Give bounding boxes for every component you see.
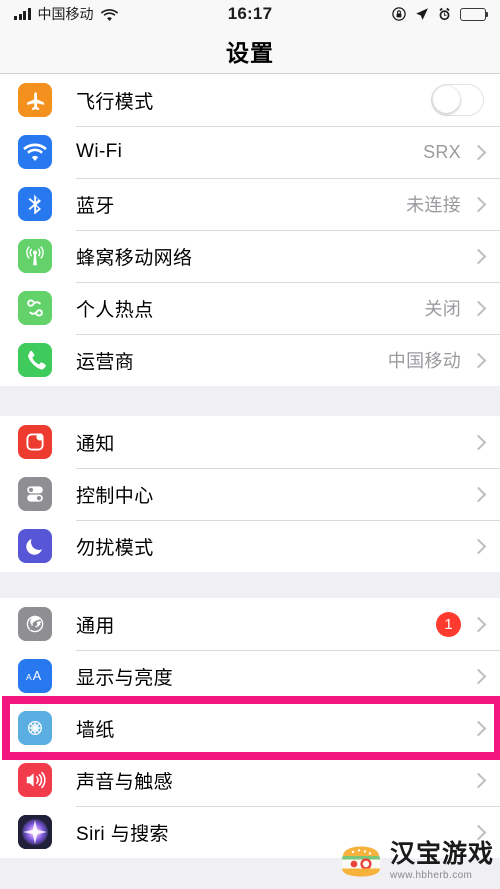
gear-icon	[18, 607, 52, 641]
settings-row-label: 控制中心	[76, 485, 154, 507]
settings-row-label: Siri 与搜索	[76, 823, 169, 845]
settings-row-label: Wi-Fi	[76, 141, 123, 162]
settings-row-sounds-haptics[interactable]: 声音与触感	[0, 754, 500, 806]
sounds-haptics-icon	[18, 763, 52, 797]
iphone-settings-screen: 中国移动 16:17 设置 飞行模式 Wi-Fi SRX 蓝牙 未连接 蜂窝移动…	[0, 0, 500, 889]
control-center-icon	[18, 477, 52, 511]
watermark-url: www.hbherb.com	[389, 870, 473, 881]
chevron-right-icon	[470, 824, 487, 840]
status-bar: 中国移动 16:17	[0, 0, 500, 28]
section-gap	[0, 386, 500, 416]
watermark: 汉宝游戏 www.hbherb.com	[338, 842, 494, 881]
settings-row-label: 勿扰模式	[76, 537, 154, 559]
settings-row-label: 运营商	[76, 351, 135, 373]
display-brightness-icon: A A	[18, 659, 52, 693]
carrier-value: 中国移动	[387, 351, 461, 371]
chevron-right-icon	[470, 720, 487, 736]
settings-row-accessory	[470, 824, 487, 840]
settings-row-accessory	[470, 720, 487, 736]
settings-row-accessory: SRX	[423, 141, 487, 163]
settings-row-accessory: 1	[436, 611, 487, 637]
notifications-icon	[18, 425, 52, 459]
cellular-icon	[18, 239, 52, 273]
chevron-right-icon	[470, 486, 487, 502]
settings-row-label: 蓝牙	[76, 195, 115, 217]
chevron-right-icon	[470, 248, 487, 264]
settings-row-accessory	[470, 434, 487, 450]
settings-row-bluetooth[interactable]: 蓝牙 未连接	[0, 178, 500, 230]
section-gap	[0, 572, 500, 598]
settings-row-airplane-mode[interactable]: 飞行模式	[0, 74, 500, 126]
settings-row-label: 蜂窝移动网络	[76, 247, 193, 269]
settings-row-accessory	[470, 248, 487, 264]
hotspot-icon	[18, 291, 52, 325]
wallpaper-icon	[18, 711, 52, 745]
settings-row-notifications[interactable]: 通知	[0, 416, 500, 468]
rotation-lock-icon	[392, 7, 406, 21]
battery-icon	[460, 7, 489, 21]
airplane-icon	[18, 83, 52, 117]
wifi-network-value: SRX	[423, 141, 461, 162]
siri-icon	[18, 815, 52, 849]
chevron-right-icon	[470, 300, 487, 316]
wifi-icon	[18, 135, 52, 169]
chevron-right-icon	[470, 616, 487, 632]
settings-row-label: 个人热点	[76, 299, 154, 321]
settings-row-label: 墙纸	[76, 719, 115, 741]
status-bar-right	[392, 7, 489, 21]
page-title: 设置	[226, 39, 274, 66]
settings-row-do-not-disturb[interactable]: 勿扰模式	[0, 520, 500, 572]
bluetooth-icon	[18, 187, 52, 221]
status-badge: 1	[436, 611, 461, 637]
settings-row-personal-hotspot[interactable]: 个人热点 关闭	[0, 282, 500, 334]
svg-text:A: A	[33, 669, 42, 683]
chevron-right-icon	[470, 144, 487, 160]
chevron-right-icon	[470, 772, 487, 788]
chevron-right-icon	[470, 196, 487, 212]
settings-row-display-brightness[interactable]: A A 显示与亮度	[0, 650, 500, 702]
settings-row-control-center[interactable]: 控制中心	[0, 468, 500, 520]
settings-group-notifications: 通知 控制中心 勿扰模式	[0, 416, 500, 572]
settings-row-label: 飞行模式	[76, 91, 154, 113]
svg-text:A: A	[26, 672, 32, 682]
burger-logo-icon	[338, 843, 384, 881]
location-arrow-icon	[415, 7, 429, 21]
settings-group-system: 通用 1 A A 显示与亮度 墙纸 声音与触感 Siri 与搜索	[0, 598, 500, 858]
settings-row-cellular[interactable]: 蜂窝移动网络	[0, 230, 500, 282]
settings-row-label: 通知	[76, 433, 115, 455]
settings-row-wifi[interactable]: Wi-Fi SRX	[0, 126, 500, 178]
settings-row-label: 声音与触感	[76, 771, 174, 793]
chevron-right-icon	[470, 352, 487, 368]
settings-row-accessory: 中国移动	[387, 347, 487, 373]
settings-row-accessory	[470, 668, 487, 684]
bluetooth-status-value: 未连接	[406, 195, 461, 215]
chevron-right-icon	[470, 668, 487, 684]
settings-row-accessory	[470, 772, 487, 788]
settings-row-accessory	[470, 538, 487, 554]
status-time-label: 16:17	[227, 4, 273, 23]
navigation-bar: 设置	[0, 28, 500, 74]
settings-row-general[interactable]: 通用 1	[0, 598, 500, 650]
settings-row-label: 显示与亮度	[76, 667, 174, 689]
settings-row-accessory	[470, 486, 487, 502]
watermark-title: 汉宝游戏	[389, 840, 494, 868]
settings-row-accessory: 关闭	[424, 295, 487, 321]
settings-row-accessory	[431, 84, 484, 116]
chevron-right-icon	[470, 538, 487, 554]
settings-row-wallpaper[interactable]: 墙纸	[0, 702, 500, 754]
hotspot-status-value: 关闭	[424, 299, 461, 319]
settings-row-carrier[interactable]: 运营商 中国移动	[0, 334, 500, 386]
settings-scroll-view[interactable]: 飞行模式 Wi-Fi SRX 蓝牙 未连接 蜂窝移动网络 个人热点 关闭 运营商…	[0, 74, 500, 889]
settings-row-accessory: 未连接	[406, 191, 487, 217]
settings-group-connectivity: 飞行模式 Wi-Fi SRX 蓝牙 未连接 蜂窝移动网络 个人热点 关闭 运营商…	[0, 74, 500, 386]
chevron-right-icon	[470, 434, 487, 450]
airplane-mode-toggle[interactable]	[431, 84, 484, 116]
alarm-clock-icon	[438, 7, 451, 21]
moon-icon	[18, 529, 52, 563]
phone-icon	[18, 343, 52, 377]
watermark-text: 汉宝游戏 www.hbherb.com	[389, 840, 494, 882]
settings-row-label: 通用	[76, 615, 115, 637]
